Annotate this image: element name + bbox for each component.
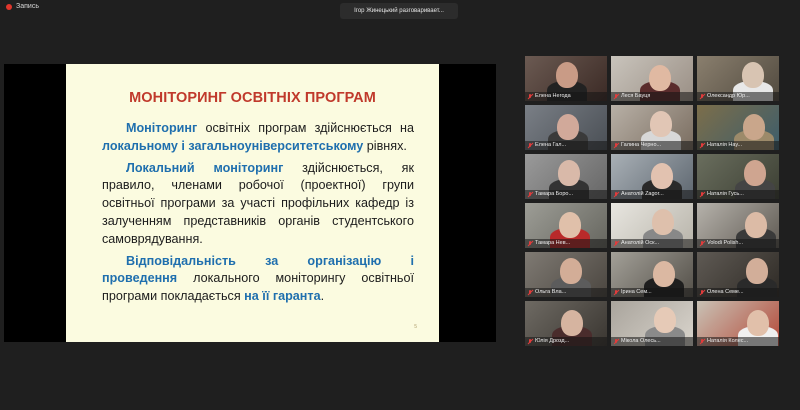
participant-face [744,160,766,186]
participant-face [560,258,582,284]
participant-name: Тамара Нев... [525,239,607,248]
participant-tile[interactable]: Олена Семе... [697,252,779,297]
participant-face [654,307,676,333]
participant-face [561,310,583,336]
participant-name: Наталія Гусь... [697,190,779,199]
participant-name: Volodi Polish... [697,239,779,248]
participant-name: Наталія Нау... [697,141,779,150]
slide-page-number: 5 [414,324,417,330]
mic-off-icon [527,191,534,198]
mic-off-icon [699,191,706,198]
mic-off-icon [527,240,534,247]
slide-text: освітніх програм здійснюється на [197,121,414,135]
participant-tile[interactable]: Анатолій Оск... [611,203,693,248]
participant-name: Леся Бауця [611,92,693,101]
participant-name: Анатолій Оск... [611,239,693,248]
mic-off-icon [613,289,620,296]
participant-face [557,114,579,140]
slide-highlight: Локальний моніторинг [126,160,284,175]
participant-face [556,62,578,88]
participant-tile[interactable]: Леся Бауця [611,56,693,101]
slide-paragraph-3: Відповідальність за організацію і провед… [102,253,414,306]
participant-tile[interactable]: Тамара Нев... [525,203,607,248]
participant-face [651,163,673,189]
slide-title: МОНІТОРИНГ ОСВІТНІХ ПРОГРАМ [129,90,376,106]
mic-off-icon [527,338,534,345]
participant-tile[interactable]: Мікола Олесь... [611,301,693,346]
participant-name: Олена Семе... [697,288,779,297]
participant-tile[interactable]: Галина Черно... [611,105,693,150]
presentation-slide: МОНІТОРИНГ ОСВІТНІХ ПРОГРАМ Моніторинг о… [66,64,439,342]
participant-name: Юлія Дрозд... [525,337,607,346]
mic-off-icon [613,191,620,198]
mic-off-icon [699,338,706,345]
mic-off-icon [699,93,706,100]
participant-face [653,261,675,287]
participant-face [742,62,764,88]
participant-face [652,209,674,235]
participant-name: Елена Гал... [525,141,607,150]
participant-name: Наталія Колес... [697,337,779,346]
participant-tile[interactable]: Анатолій Zagor... [611,154,693,199]
participant-name: Олександр Юр... [697,92,779,101]
slide-paragraph-1: Моніторинг освітніх програм здійснюється… [102,120,414,156]
participant-face [558,160,580,186]
slide-text: . [320,289,325,304]
participant-name: Галина Черно... [611,141,693,150]
active-speaker-banner: Ігор Жинецький разговаривает... [340,3,458,19]
mic-off-icon [699,289,706,296]
active-speaker-text: Ігор Жинецький разговаривает... [354,8,444,14]
recording-label: Запись [16,3,39,10]
participant-face [745,212,767,238]
participant-tile[interactable]: Volodi Polish... [697,203,779,248]
record-icon [6,3,12,10]
mic-off-icon [613,142,620,149]
participant-name: Ольга Вла... [525,288,607,297]
participant-name: Тамара Боро... [525,190,607,199]
mic-off-icon [527,93,534,100]
participant-tile[interactable]: Олександр Юр... [697,56,779,101]
slide-paragraph-2: Локальний моніторинг здійснюється, як пр… [102,160,414,249]
recording-indicator[interactable]: Запись [6,3,39,10]
slide-body: Моніторинг освітніх програм здійснюється… [102,120,414,310]
mic-off-icon [527,289,534,296]
screen-share-area[interactable]: МОНІТОРИНГ ОСВІТНІХ ПРОГРАМ Моніторинг о… [4,64,496,342]
participant-tile[interactable]: Ольга Вла... [525,252,607,297]
participant-face [747,310,769,336]
mic-off-icon [613,338,620,345]
participant-tile[interactable]: Наталія Нау... [697,105,779,150]
mic-off-icon [699,142,706,149]
participant-tile[interactable]: Наталія Колес... [697,301,779,346]
participant-tile[interactable]: Юлія Дрозд... [525,301,607,346]
participant-tile[interactable]: Ірина Сем... [611,252,693,297]
participant-face [746,258,768,284]
participant-face [743,114,765,140]
mic-off-icon [613,93,620,100]
participant-tile[interactable]: Наталія Гусь... [697,154,779,199]
participant-name: Мікола Олесь... [611,337,693,346]
slide-highlight: на її гаранта [244,289,321,304]
participant-name: Анатолій Zagor... [611,190,693,199]
participant-face [650,111,672,137]
slide-highlight: Моніторинг [126,121,198,135]
participant-face [649,65,671,91]
participant-tile[interactable]: Елена Негода [525,56,607,101]
participant-name: Ірина Сем... [611,288,693,297]
mic-off-icon [527,142,534,149]
slide-highlight: локальному і загальноуніверситетському [102,138,364,153]
mic-off-icon [613,240,620,247]
participant-tile[interactable]: Елена Гал... [525,105,607,150]
slide-text: рівнях. [363,138,407,153]
participant-face [559,212,581,238]
mic-off-icon [699,240,706,247]
participant-tile[interactable]: Тамара Боро... [525,154,607,199]
participant-name: Елена Негода [525,92,607,101]
